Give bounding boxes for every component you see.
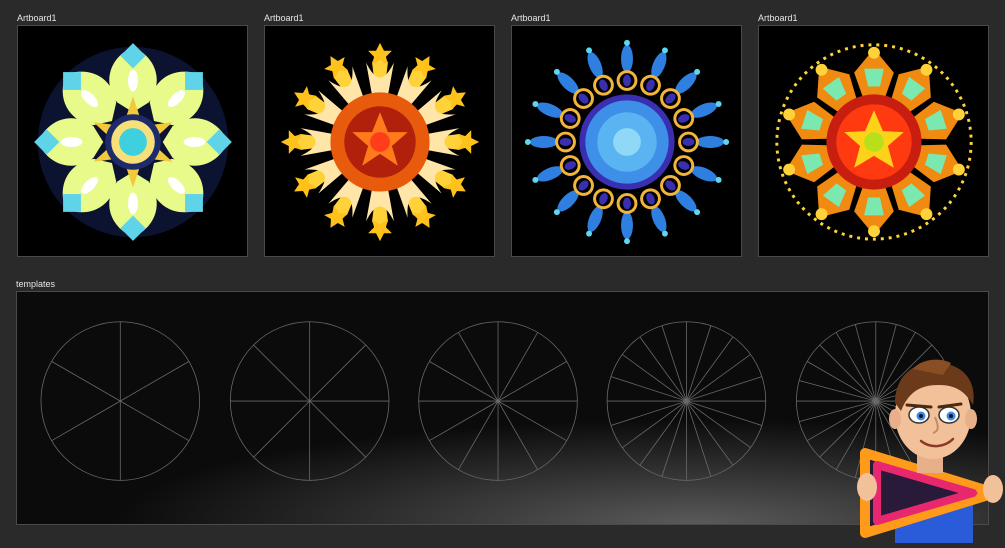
mandala-yellow-green-icon [34,43,232,241]
templates-label: templates [16,279,56,289]
artboard-4-label: Artboard1 [758,13,798,23]
template-wheel-12-icon[interactable] [418,321,578,481]
template-wheel-6-icon[interactable] [40,321,201,481]
artboard-2[interactable] [264,25,495,257]
artboard-3[interactable] [511,25,742,257]
artboard-4[interactable] [758,25,989,257]
template-wheel-20-icon[interactable] [606,321,767,481]
templates-artboard[interactable] [16,291,989,525]
mandala-blue-icon [523,39,731,246]
artboard-3-label: Artboard1 [511,13,551,23]
template-wheels [40,321,956,481]
artboard-1-label: Artboard1 [17,13,57,23]
mandala-red-yellow-icon [775,43,973,241]
template-wheel-8-icon[interactable] [229,321,390,481]
mascot-character-icon [855,355,1005,543]
artboard-1[interactable] [17,25,248,257]
artboard-2-label: Artboard1 [264,13,304,23]
mandala-orange-fire-icon [280,42,480,242]
